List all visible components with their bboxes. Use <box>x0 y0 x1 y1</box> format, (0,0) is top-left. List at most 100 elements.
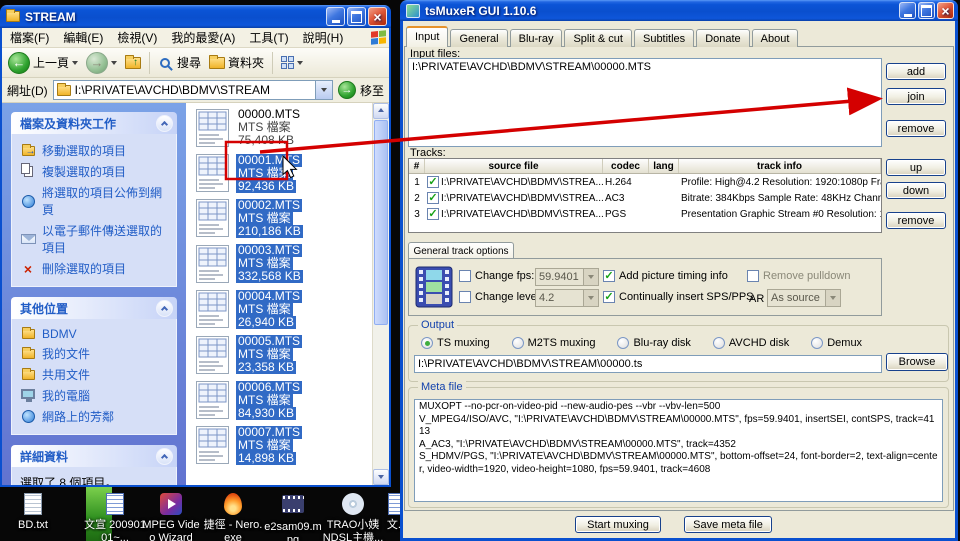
file-item[interactable]: 00007.MTSMTS 檔案14,898 KB <box>196 423 372 468</box>
start-muxing-button[interactable]: Start muxing <box>575 516 661 533</box>
col-lang[interactable]: lang <box>649 159 679 173</box>
task-copy-selected[interactable]: 複製選取的項目 <box>20 161 173 182</box>
details-header[interactable]: 詳細資料 <box>11 445 177 467</box>
ar-select[interactable]: As source <box>767 289 841 307</box>
output-path-field[interactable]: I:\PRIVATE\AVCHD\BDMV\STREAM\00000.ts <box>414 355 882 373</box>
radio-dot[interactable] <box>811 337 823 349</box>
task-delete-selected[interactable]: × 刪除選取的項目 <box>20 258 173 279</box>
address-input[interactable]: I:\PRIVATE\AVCHD\BDMV\STREAM <box>53 80 333 100</box>
maximize-button[interactable] <box>918 2 935 19</box>
task-move-selected[interactable]: → 移動選取的項目 <box>20 140 173 161</box>
scroll-down-button[interactable] <box>373 469 389 485</box>
track-checkbox[interactable] <box>427 208 439 220</box>
level-dropdown-button[interactable] <box>583 290 598 306</box>
file-item[interactable]: 00006.MTSMTS 檔案84,930 KB <box>196 377 372 422</box>
change-fps-checkbox[interactable] <box>459 270 471 282</box>
other-places-header[interactable]: 其他位置 <box>11 297 177 319</box>
menu-help[interactable]: 說明(H) <box>296 27 351 48</box>
col-track-info[interactable]: track info <box>679 159 881 173</box>
file-item[interactable]: 00000.MTSMTS 檔案75,408 KB <box>196 105 372 150</box>
change-fps-option[interactable]: Change fps: <box>459 270 534 282</box>
desktop-icon-wenxuan[interactable]: 文宣 20090101~... <box>84 492 146 541</box>
vertical-scrollbar[interactable] <box>372 103 389 485</box>
track-up-button[interactable]: up <box>886 159 946 176</box>
file-item[interactable]: 00003.MTSMTS 檔案332,568 KB <box>196 241 372 286</box>
task-email-selected[interactable]: 以電子郵件傳送選取的項目 <box>20 220 173 258</box>
track-remove-button[interactable]: remove <box>886 212 946 229</box>
meta-file-editor[interactable]: MUXOPT --no-pcr-on-video-pid --new-audio… <box>414 399 943 502</box>
radio-m2ts-muxing[interactable]: M2TS muxing <box>512 337 596 349</box>
search-button[interactable]: 搜尋 <box>156 53 203 72</box>
join-button[interactable]: join <box>886 88 946 105</box>
close-button[interactable] <box>368 7 387 26</box>
tab-subtitles[interactable]: Subtitles <box>634 29 694 47</box>
desktop-icon-mpg-file[interactable]: e2sam09.mpg <box>262 492 324 541</box>
collapse-chevron-icon[interactable] <box>156 115 173 132</box>
forward-button[interactable] <box>84 51 119 75</box>
explorer-titlebar[interactable]: STREAM <box>0 5 391 28</box>
track-row[interactable]: 2 I:\PRIVATE\AVCHD\BDMV\STREA... AC3 Bit… <box>409 190 881 206</box>
radio-avchd-disk[interactable]: AVCHD disk <box>713 337 789 349</box>
collapse-chevron-icon[interactable] <box>156 300 173 317</box>
place-network[interactable]: 網路上的芳鄰 <box>20 406 173 427</box>
remove-file-button[interactable]: remove <box>886 120 946 137</box>
col-source-file[interactable]: source file <box>425 159 603 173</box>
tsmuxer-titlebar[interactable]: tsMuxeR GUI 1.10.6 <box>400 0 958 21</box>
fps-select[interactable]: 59.9401 <box>535 268 599 286</box>
track-checkbox[interactable] <box>427 192 439 204</box>
file-item[interactable]: 00002.MTSMTS 檔案210,186 KB <box>196 196 372 241</box>
radio-demux[interactable]: Demux <box>811 337 862 349</box>
address-dropdown-button[interactable] <box>315 81 332 99</box>
col-num[interactable]: # <box>409 159 425 173</box>
input-files-list[interactable]: I:\PRIVATE\AVCHD\BDMV\STREAM\00000.MTS <box>408 58 882 147</box>
back-dropdown-icon[interactable] <box>72 61 78 68</box>
menu-file[interactable]: 檔案(F) <box>3 27 56 48</box>
radio-dot[interactable] <box>617 337 629 349</box>
col-codec[interactable]: codec <box>603 159 649 173</box>
folders-button[interactable]: 資料夾 <box>207 53 266 72</box>
remove-pulldown-option[interactable]: Remove pulldown <box>747 270 850 282</box>
minimize-button[interactable] <box>326 7 345 26</box>
menu-tools[interactable]: 工具(T) <box>242 27 295 48</box>
add-button[interactable]: add <box>886 63 946 80</box>
go-button[interactable]: 移至 <box>338 81 384 99</box>
tab-general-track-options[interactable]: General track options <box>408 242 514 259</box>
desktop-icon-mpeg-video-wizard[interactable]: MPEG Video Wizard <box>140 492 202 541</box>
ar-dropdown-button[interactable] <box>825 290 840 306</box>
views-button[interactable] <box>279 55 305 70</box>
radio-dot[interactable] <box>713 337 725 349</box>
file-item[interactable]: 00001.MTSMTS 檔案92,436 KB <box>196 150 372 195</box>
desktop-icon-bd-txt[interactable]: BD.txt <box>2 492 64 532</box>
place-shared-documents[interactable]: 共用文件 <box>20 364 173 385</box>
close-button[interactable] <box>937 2 954 19</box>
back-button[interactable]: 上一頁 <box>6 51 80 75</box>
tab-split-cut[interactable]: Split & cut <box>564 29 632 47</box>
place-my-documents[interactable]: 我的文件 <box>20 343 173 364</box>
add-picture-timing-option[interactable]: Add picture timing info <box>603 270 728 282</box>
change-level-checkbox[interactable] <box>459 291 471 303</box>
tab-bluray[interactable]: Blu-ray <box>510 29 563 47</box>
level-select[interactable]: 4.2 <box>535 289 599 307</box>
menu-favorites[interactable]: 我的最愛(A) <box>164 27 242 48</box>
forward-dropdown-icon[interactable] <box>111 61 117 68</box>
track-row[interactable]: 1 I:\PRIVATE\AVCHD\BDMV\STREA... H.264 P… <box>409 174 881 190</box>
file-folder-tasks-header[interactable]: 檔案及資料夾工作 <box>11 112 177 134</box>
fps-dropdown-button[interactable] <box>583 269 598 285</box>
scroll-thumb[interactable] <box>374 120 388 325</box>
add-picture-timing-checkbox[interactable] <box>603 270 615 282</box>
scroll-up-button[interactable] <box>373 103 389 119</box>
place-bdmv[interactable]: BDMV <box>20 325 173 343</box>
place-my-computer[interactable]: 我的電腦 <box>20 385 173 406</box>
menu-edit[interactable]: 編輯(E) <box>56 27 110 48</box>
collapse-chevron-icon[interactable] <box>156 448 173 465</box>
tab-general[interactable]: General <box>450 29 507 47</box>
remove-pulldown-checkbox[interactable] <box>747 270 759 282</box>
track-row[interactable]: 3 I:\PRIVATE\AVCHD\BDMV\STREA... PGS Pre… <box>409 206 881 222</box>
menu-view[interactable]: 檢視(V) <box>110 27 164 48</box>
file-item[interactable]: 00005.MTSMTS 檔案23,358 KB <box>196 332 372 377</box>
change-level-option[interactable]: Change level: <box>459 291 542 303</box>
up-button[interactable]: ↑ <box>123 56 143 70</box>
tab-donate[interactable]: Donate <box>696 29 749 47</box>
track-checkbox[interactable] <box>427 176 439 188</box>
track-down-button[interactable]: down <box>886 182 946 199</box>
